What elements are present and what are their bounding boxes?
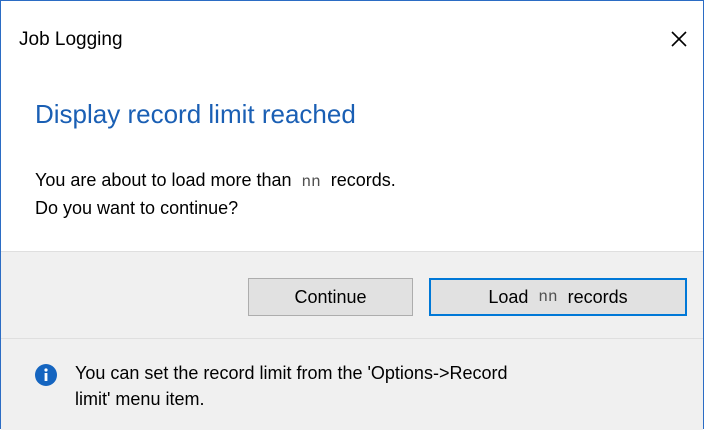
window-title: Job Logging <box>19 29 123 50</box>
dialog-window: Job Logging Display record limit reached… <box>0 0 704 430</box>
dialog-message: You are about to load more than nn records… <box>35 167 396 221</box>
footer-text-line-1: You can set the record limit from the 'O… <box>75 363 508 383</box>
message-line-1: You are about to load more than nn records… <box>35 167 396 195</box>
continue-button[interactable]: Continue <box>248 278 413 316</box>
footer-text-line-2: limit' menu item. <box>75 389 205 409</box>
load-button-placeholder: nn <box>538 288 558 306</box>
footer-text: You can set the record limit from the 'O… <box>75 360 685 412</box>
message-text-after: records. <box>330 170 396 190</box>
info-icon <box>35 364 57 386</box>
load-button-suffix: records <box>567 286 628 307</box>
record-count-placeholder: nn <box>301 173 321 191</box>
button-bar: Continue Load nn records <box>1 251 703 338</box>
load-button-prefix: Load <box>488 286 529 307</box>
main-instruction: Display record limit reached <box>35 99 356 129</box>
message-text-before: You are about to load more than <box>35 170 292 190</box>
title-bar: Job Logging <box>1 1 703 83</box>
dialog-content: Display record limit reached You are abo… <box>1 83 703 251</box>
footer-info: You can set the record limit from the 'O… <box>1 338 703 430</box>
continue-button-label: Continue <box>294 286 367 307</box>
load-records-button[interactable]: Load nn records <box>429 278 687 316</box>
close-button[interactable] <box>661 21 697 57</box>
close-icon <box>671 31 687 47</box>
message-line-2: Do you want to continue? <box>35 198 239 218</box>
